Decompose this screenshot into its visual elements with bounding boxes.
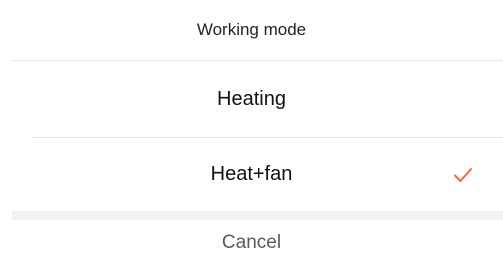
option-heat-fan-label: Heat+fan bbox=[210, 163, 293, 185]
sheet-title: Working mode bbox=[196, 20, 307, 39]
cancel-button[interactable]: Cancel bbox=[0, 220, 503, 266]
option-heating[interactable]: Heating bbox=[0, 61, 503, 137]
option-heating-label: Heating bbox=[217, 87, 286, 110]
working-mode-sheet: Working mode Heating Heat+fan Cancel bbox=[0, 0, 503, 266]
option-heat-fan[interactable]: Heat+fan bbox=[0, 138, 503, 211]
cancel-label: Cancel bbox=[221, 232, 282, 253]
section-gap bbox=[12, 211, 503, 220]
checkmark-icon bbox=[454, 167, 472, 182]
